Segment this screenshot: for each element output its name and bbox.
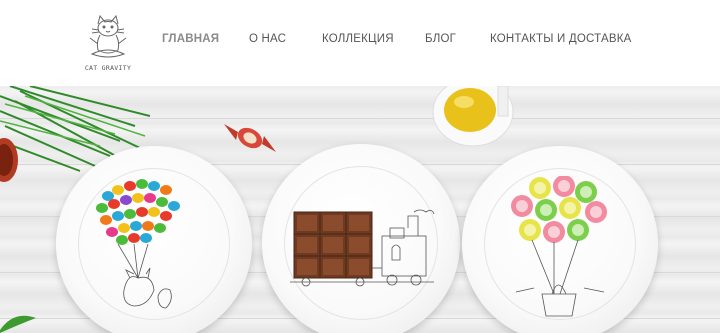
jelly-balloons-image bbox=[511, 176, 607, 317]
nav-item-collection[interactable]: КОЛЛЕКЦИЯ bbox=[322, 33, 394, 45]
red-bowl-image bbox=[0, 138, 18, 182]
logo[interactable]: CAT GRAVITY bbox=[82, 12, 134, 76]
site-header: CAT GRAVITY ГЛАВНАЯ О НАС КОЛЛЕКЦИЯ БЛОГ… bbox=[0, 0, 720, 86]
logo-text: CAT GRAVITY bbox=[84, 64, 132, 72]
candy-balloons-image bbox=[96, 179, 180, 309]
chocolate-train-image bbox=[290, 209, 435, 287]
leaf-image bbox=[0, 315, 36, 333]
nav-item-home[interactable]: ГЛАВНАЯ bbox=[162, 33, 219, 45]
oil-bowl-image bbox=[432, 86, 514, 147]
nav-item-about[interactable]: О НАС bbox=[249, 33, 286, 45]
nav-item-blog[interactable]: БЛОГ bbox=[425, 33, 456, 45]
candy-image bbox=[224, 124, 276, 152]
nav-item-contacts[interactable]: КОНТАКТЫ И ДОСТАВКА bbox=[490, 33, 632, 45]
hero-banner bbox=[0, 86, 720, 333]
cat-yoga-icon bbox=[89, 14, 127, 58]
